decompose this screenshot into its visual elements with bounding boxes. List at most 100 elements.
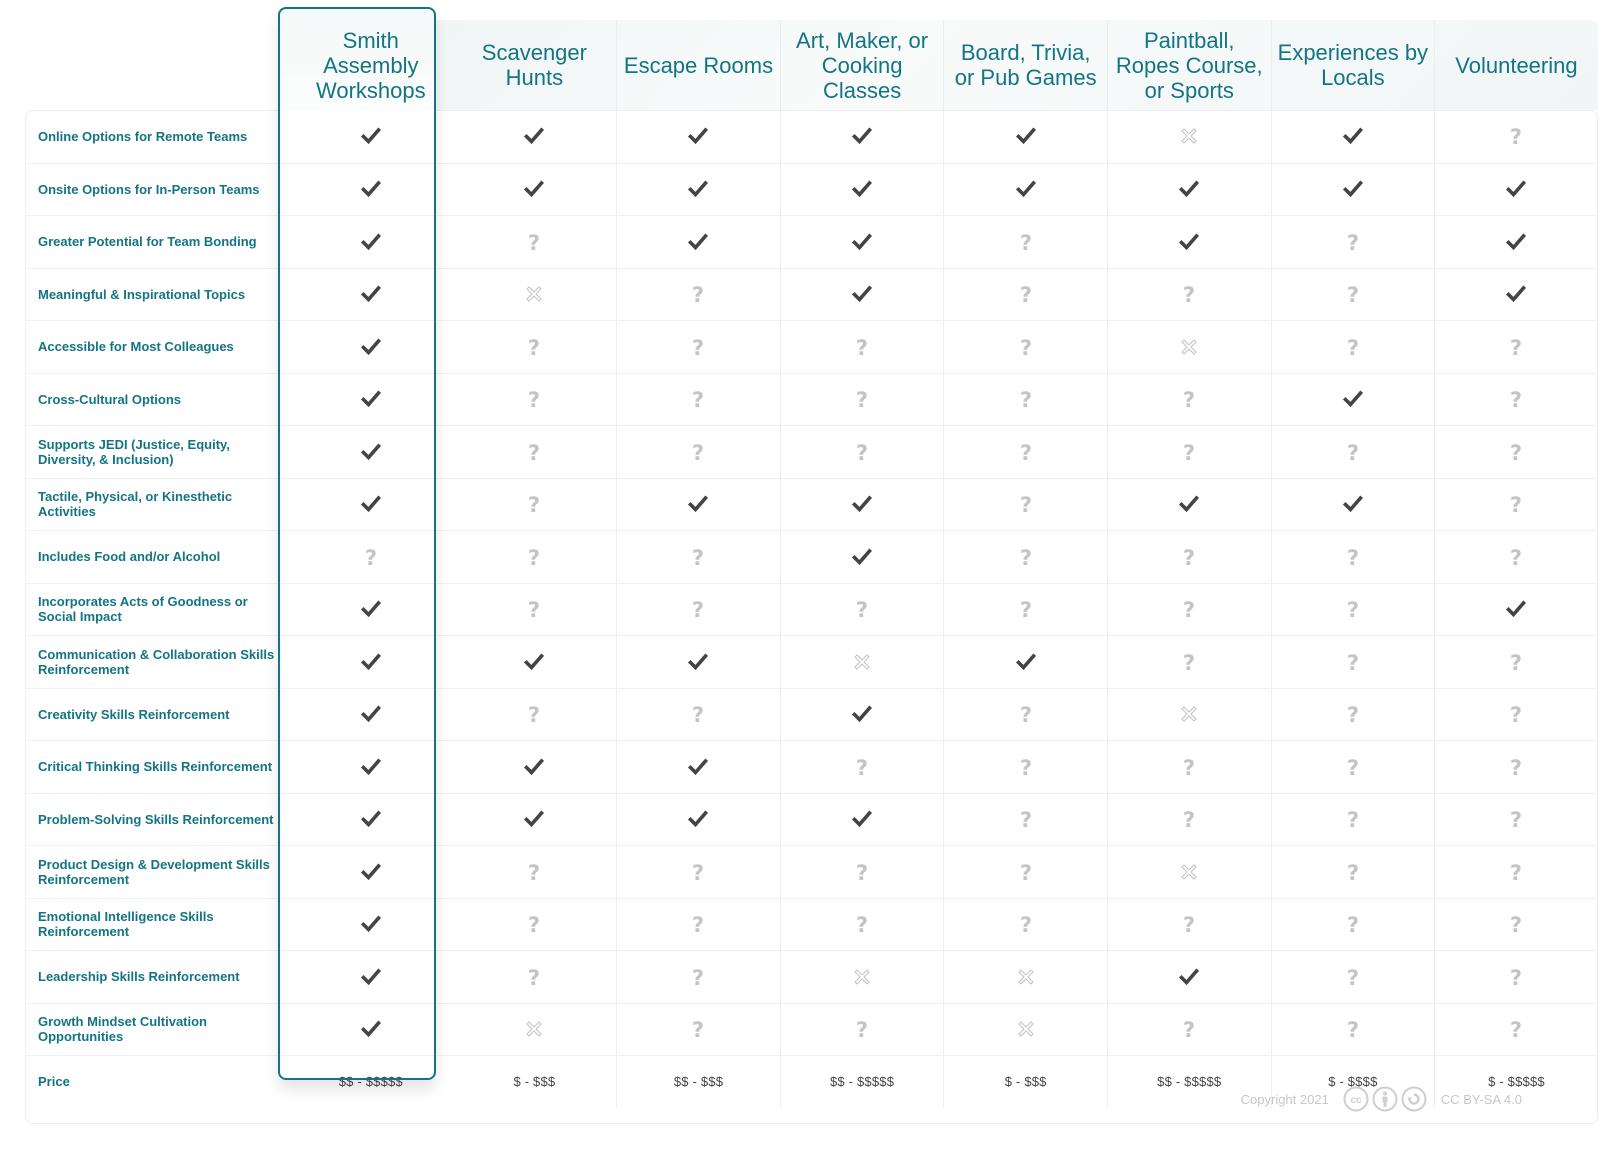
question-icon: ? [523, 493, 545, 515]
check-icon [687, 808, 709, 830]
question-icon: ? [1015, 703, 1037, 725]
check-icon [1342, 125, 1364, 147]
question-icon: ? [1505, 756, 1527, 778]
cross-icon [1015, 1018, 1037, 1040]
question-icon: ? [687, 913, 709, 935]
question-icon: ? [1505, 703, 1527, 725]
svg-text:?: ? [1183, 808, 1195, 830]
svg-text:?: ? [1183, 283, 1195, 305]
check-icon [1342, 178, 1364, 200]
check-icon [360, 598, 382, 620]
question-icon: ? [1015, 283, 1037, 305]
check-icon [360, 861, 382, 883]
table-cell [616, 740, 780, 793]
svg-text:?: ? [856, 388, 868, 410]
table-cell: ? [943, 372, 1107, 425]
question-icon: ? [1015, 388, 1037, 410]
svg-text:?: ? [528, 966, 540, 988]
svg-text:?: ? [528, 598, 540, 620]
check-icon [1342, 388, 1364, 410]
table-cell: ? [616, 1002, 780, 1055]
svg-text:?: ? [692, 336, 704, 358]
table-cell [289, 1002, 453, 1056]
svg-text:?: ? [692, 1018, 704, 1040]
question-icon: ? [1342, 966, 1364, 988]
svg-text:?: ? [856, 756, 868, 778]
table-cell: ? [1270, 582, 1435, 635]
question-icon: ? [1178, 1018, 1200, 1040]
check-icon [360, 756, 382, 778]
cross-icon [523, 283, 545, 305]
question-icon: ? [851, 861, 873, 883]
table-cell [943, 110, 1107, 163]
table-cell [779, 215, 944, 268]
cc-icon: cc [1343, 1086, 1369, 1112]
check-icon [1505, 231, 1527, 253]
cross-icon [1178, 336, 1200, 358]
svg-text:?: ? [1020, 861, 1032, 883]
question-icon: ? [523, 913, 545, 935]
table-cell [943, 162, 1107, 215]
table-cell: ? [943, 320, 1107, 373]
table-cell: ? [1270, 267, 1435, 320]
table-cell: ? [1270, 635, 1435, 688]
check-icon [851, 178, 873, 200]
check-icon [360, 808, 382, 830]
table-cell: ? [1106, 792, 1271, 845]
svg-text:?: ? [1183, 598, 1195, 620]
svg-text:?: ? [1020, 808, 1032, 830]
table-cell: ? [943, 845, 1107, 898]
question-icon: ? [687, 283, 709, 305]
question-icon: ? [1505, 1018, 1527, 1040]
table-cell [1270, 477, 1435, 530]
question-icon: ? [851, 1018, 873, 1040]
question-icon: ? [1505, 808, 1527, 830]
svg-text:?: ? [1347, 756, 1359, 778]
comparison-grid: Smith Assembly Workshops Scavenger Hunts E… [25, 20, 1598, 1108]
svg-text:?: ? [1347, 546, 1359, 568]
feature-label: Problem-Solving Skills Reinforcement [25, 792, 289, 846]
table-cell: ? [1106, 582, 1271, 635]
svg-text:?: ? [692, 388, 704, 410]
question-icon: ? [687, 441, 709, 463]
svg-text:?: ? [528, 546, 540, 568]
check-icon [523, 808, 545, 830]
table-cell: ? [452, 950, 617, 1003]
table-cell [1106, 687, 1271, 740]
column-header-label: Experiences by Locals [1277, 40, 1429, 90]
svg-text:?: ? [528, 441, 540, 463]
svg-text:?: ? [1020, 756, 1032, 778]
header-corner [25, 20, 289, 110]
table-cell [289, 845, 453, 898]
check-icon [360, 178, 382, 200]
svg-text:?: ? [365, 546, 377, 568]
table-cell [1106, 477, 1271, 530]
table-cell [289, 635, 453, 688]
check-icon [851, 808, 873, 830]
question-icon: ? [1342, 1018, 1364, 1040]
feature-label: Product Design & Development Skills Rein… [25, 845, 289, 898]
price-cell: $$ - $$$ [616, 1055, 780, 1108]
table-cell [1106, 950, 1271, 1003]
svg-text:?: ? [1510, 913, 1522, 935]
table-cell [289, 582, 453, 636]
table-cell [1106, 845, 1271, 898]
table-cell: ? [1270, 215, 1435, 268]
table-cell: ? [1434, 477, 1598, 530]
feature-label: Accessible for Most Colleagues [25, 320, 289, 373]
column-header: Escape Rooms [616, 20, 780, 110]
table-cell: ? [452, 320, 617, 373]
question-icon: ? [523, 966, 545, 988]
table-cell: ? [779, 740, 944, 793]
table-cell [1106, 162, 1271, 215]
cross-icon [1178, 703, 1200, 725]
svg-text:?: ? [1347, 441, 1359, 463]
feature-label: Online Options for Remote Teams [38, 128, 248, 144]
check-icon [851, 493, 873, 515]
question-icon: ? [1015, 756, 1037, 778]
question-icon: ? [1015, 336, 1037, 358]
svg-text:?: ? [1347, 703, 1359, 725]
question-icon: ? [1342, 231, 1364, 253]
svg-text:?: ? [1347, 913, 1359, 935]
feature-label: Creativity Skills Reinforcement [25, 687, 289, 741]
